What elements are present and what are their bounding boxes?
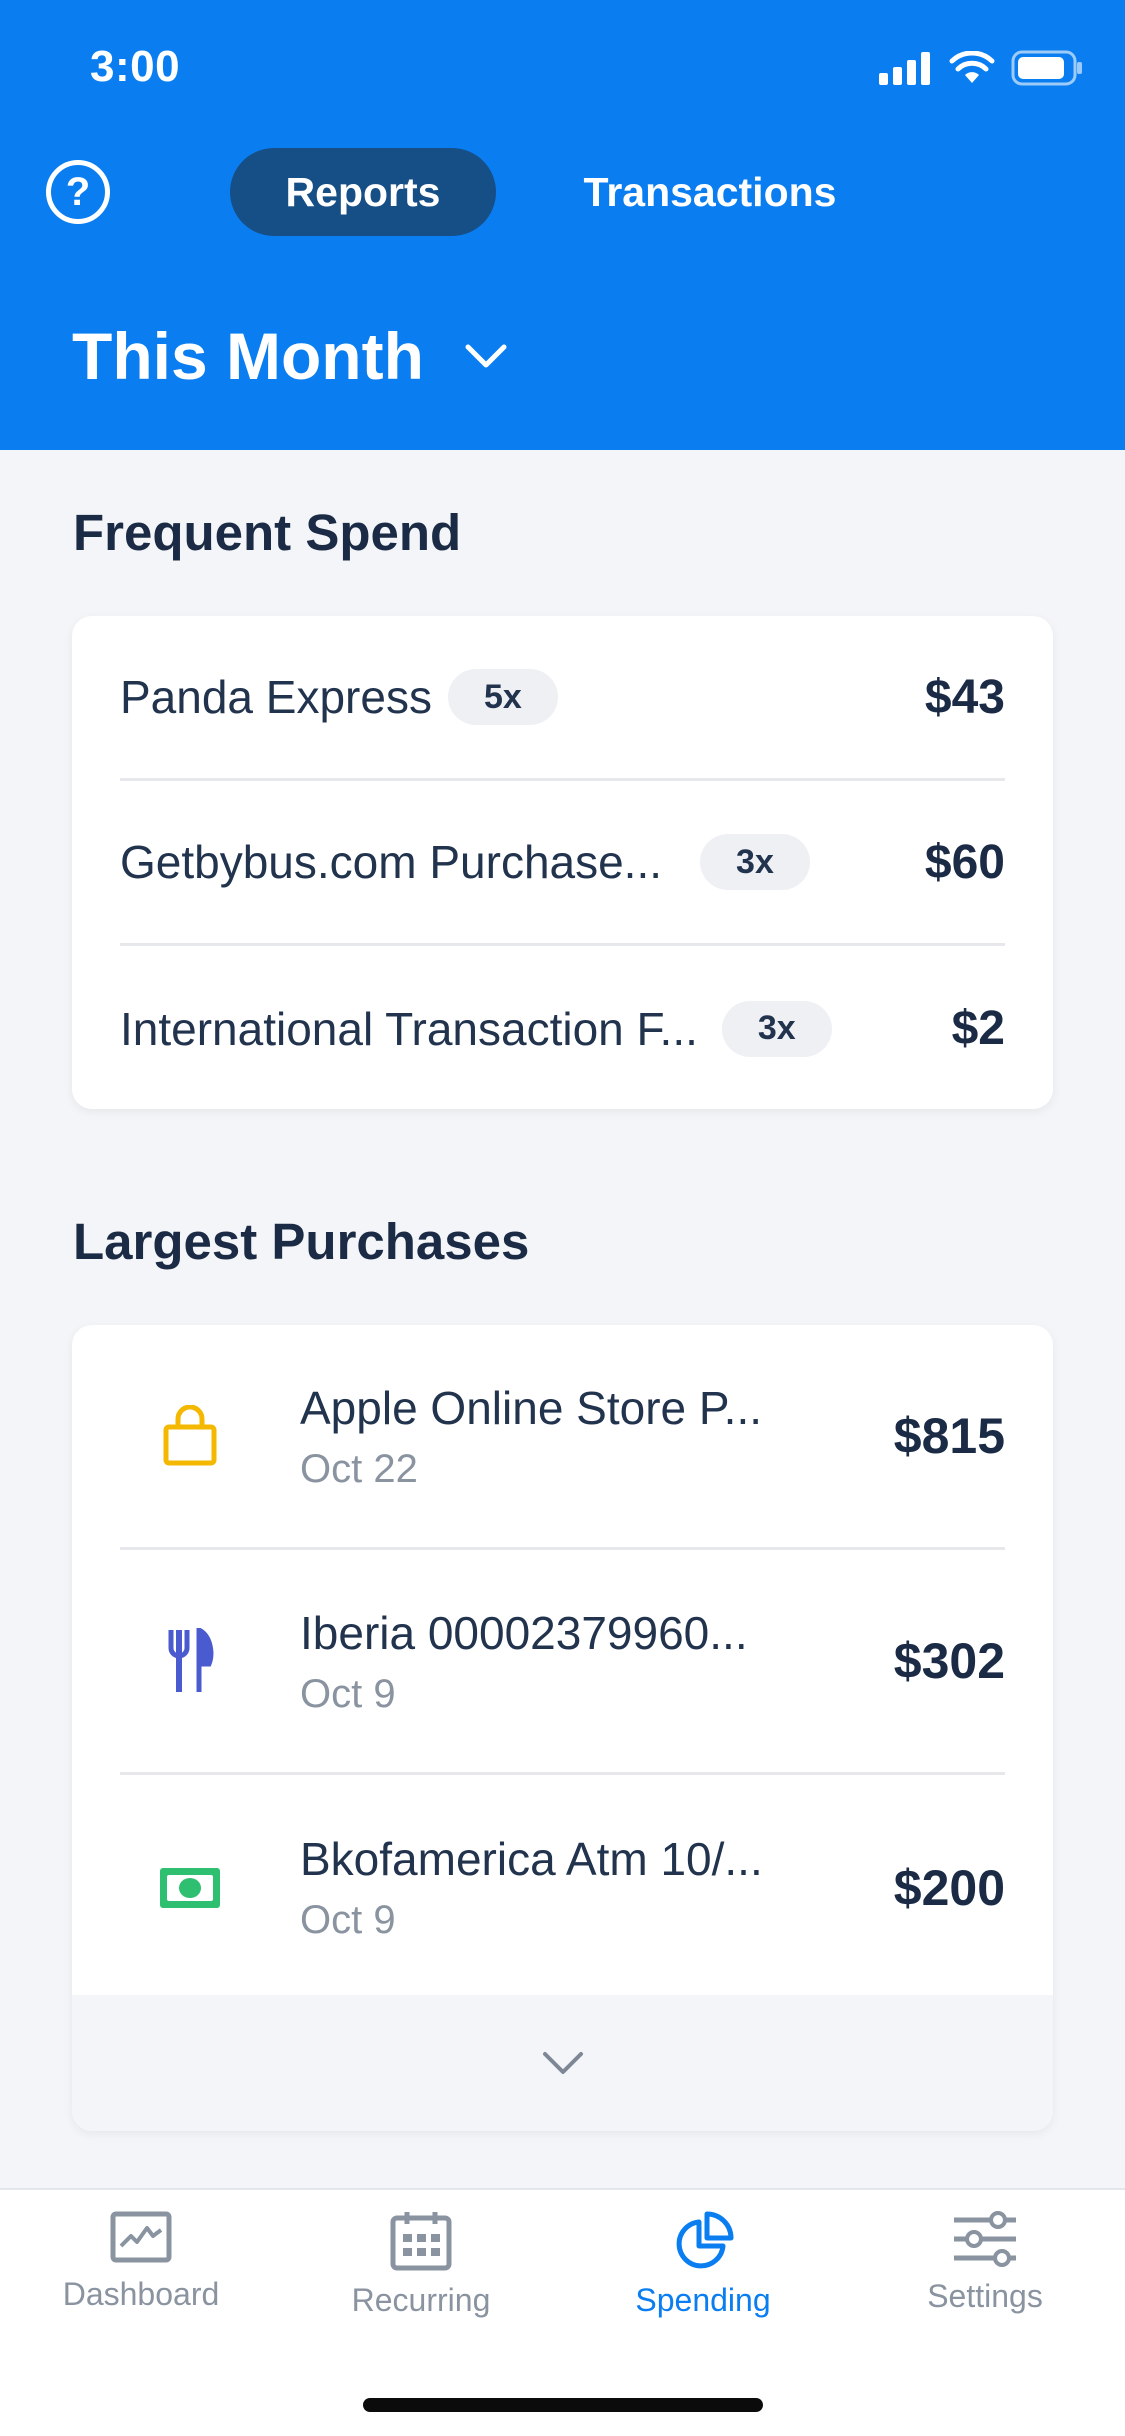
header: 3:00 ? Reports Transactions This Month: [0, 0, 1125, 450]
calendar-icon: [390, 2212, 452, 2271]
frequent-spend-row[interactable]: Panda Express 5x $43: [120, 616, 1005, 781]
frequent-spend-row[interactable]: International Transaction F... 3x $2: [120, 946, 1005, 1111]
amount: $43: [924, 670, 1005, 724]
merchant-name: Iberia 00002379960...: [300, 1606, 748, 1659]
tab-label: Recurring: [351, 2282, 491, 2318]
cash-icon: [130, 1866, 250, 1910]
signal-icon: [879, 52, 930, 85]
frequent-spend-title: Frequent Spend: [73, 504, 462, 561]
tab-label: Dashboard: [62, 2276, 220, 2312]
chevron-down-icon: [465, 344, 507, 368]
merchant-name: Panda Express: [120, 671, 432, 723]
amount: $815: [893, 1408, 1005, 1464]
tab-label: Spending: [635, 2282, 771, 2318]
purchase-date: Oct 22: [300, 1446, 418, 1491]
shopping-bag-icon: [130, 1405, 250, 1467]
status-time: 3:00: [90, 42, 181, 91]
status-icons: [879, 50, 1083, 86]
amount: $60: [924, 835, 1005, 889]
purchase-row[interactable]: Apple Online Store P... Oct 22 $815: [120, 1325, 1005, 1550]
sliders-icon: [954, 2211, 1016, 2267]
amount: $2: [951, 1002, 1005, 1055]
period-selector[interactable]: This Month: [72, 318, 508, 394]
largest-purchases-title: Largest Purchases: [73, 1213, 530, 1270]
tab-spending[interactable]: Spending: [583, 2210, 823, 2319]
status-bar: 3:00: [0, 0, 1125, 140]
largest-purchases-card: Apple Online Store P... Oct 22 $815 Iber…: [72, 1325, 1053, 2131]
home-indicator: [363, 2398, 763, 2412]
battery-icon: [1011, 50, 1082, 86]
period-label: This Month: [72, 319, 424, 393]
purchase-row[interactable]: Bkofamerica Atm 10/... Oct 9 $200: [120, 1775, 1005, 2000]
help-icon[interactable]: ?: [46, 160, 110, 224]
frequent-spend-card: Panda Express 5x $43 Getbybus.com Purcha…: [72, 616, 1053, 1109]
tab-recurring[interactable]: Recurring: [301, 2210, 541, 2319]
chevron-down-icon: [542, 2052, 583, 2074]
tab-transactions[interactable]: Transactions: [540, 148, 880, 236]
expand-button[interactable]: [72, 1995, 1053, 2131]
tab-dashboard[interactable]: Dashboard: [21, 2210, 261, 2313]
tab-settings[interactable]: Settings: [865, 2210, 1105, 2315]
frequent-spend-row[interactable]: Getbybus.com Purchase... 3x $60: [120, 781, 1005, 946]
pie-chart-icon: [676, 2211, 734, 2269]
purchase-row[interactable]: Iberia 00002379960... Oct 9 $302: [120, 1550, 1005, 1775]
tab-reports[interactable]: Reports: [230, 148, 496, 236]
count-badge: 3x: [700, 834, 810, 890]
amount: $200: [893, 1859, 1005, 1916]
purchase-date: Oct 9: [300, 1898, 396, 1942]
count-badge: 3x: [721, 1000, 832, 1057]
amount: $302: [893, 1633, 1005, 1689]
tab-label: Settings: [927, 2278, 1043, 2314]
merchant-name: Bkofamerica Atm 10/...: [300, 1833, 763, 1885]
purchase-date: Oct 9: [300, 1671, 396, 1716]
merchant-name: International Transaction F...: [120, 1002, 698, 1055]
wifi-icon: [949, 51, 995, 83]
count-badge: 5x: [447, 669, 558, 725]
dashboard-chart-icon: [110, 2211, 172, 2263]
merchant-name: Getbybus.com Purchase...: [120, 836, 663, 888]
merchant-name: Apple Online Store P...: [300, 1381, 762, 1434]
fork-knife-icon: [130, 1628, 250, 1694]
